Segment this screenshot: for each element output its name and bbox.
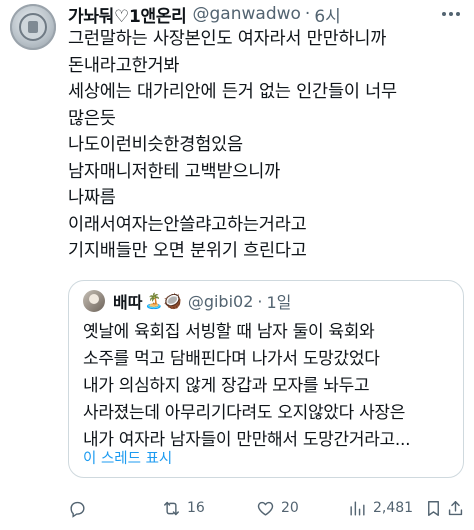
retweet-count: 16 — [187, 500, 205, 516]
author-avatar[interactable] — [10, 4, 56, 50]
like-count: 20 — [281, 500, 299, 516]
bookmark-button[interactable] — [424, 496, 443, 520]
header-separator: · — [304, 4, 311, 24]
show-thread-link[interactable]: 이 스레드 표시 — [83, 447, 172, 468]
tweet-line: 기지배들만 오면 분위기 흐린다고 — [68, 241, 307, 261]
heart-icon — [257, 501, 274, 516]
quoted-tweet-card[interactable]: 배따 🏝️🥥 @gibi02 · 1일 옛날에 육회집 서빙할 때 남자 둘이 … — [68, 280, 464, 478]
more-options-icon[interactable] — [438, 4, 464, 24]
tweet-line: 세상에는 대가리안에 든거 없는 인간들이 너무 — [68, 82, 397, 102]
views-count: 2,481 — [373, 500, 414, 516]
tweet-line: 그런말하는 사장본인도 여자라서 만만하니까 — [68, 29, 387, 49]
tweet-line: 이래서여자는안쓸랴고하는거라고 — [68, 214, 307, 235]
quoted-author-emojis: 🏝️🥥 — [144, 292, 182, 310]
bookmark-icon — [428, 500, 439, 516]
quoted-header-separator: · — [257, 291, 263, 311]
quoted-author-avatar — [83, 290, 105, 312]
coin-hole — [28, 21, 38, 33]
views-button[interactable]: 2,481 — [348, 496, 413, 520]
tweet-line: 돈내라고한거봐 — [68, 55, 180, 76]
quoted-author-name: 배따 — [113, 293, 143, 312]
tweet-header: 가놔둬♡1앤온리 @ganwadwo · 6시 — [68, 2, 341, 27]
author-name[interactable]: 가놔둬♡1앤온리 — [68, 2, 187, 27]
quoted-line: 내가 의심하지 않게 장갑과 모자를 놔두고 — [83, 376, 370, 396]
reply-button[interactable] — [68, 496, 87, 520]
views-icon — [350, 500, 365, 516]
quoted-line: 소주를 먹고 담배핀다며 나가서 도망갔었다 — [83, 349, 380, 369]
tweet-action-bar: 16 20 2,481 — [68, 496, 468, 520]
tweet-text: 그런말하는 사장본인도 여자라서 만만하니까 돈내라고한거봐 세상에는 대가리안… — [68, 26, 468, 265]
quoted-tweet-header: 배따 🏝️🥥 @gibi02 · 1일 — [83, 290, 291, 312]
tweet-line: 나짜름 — [68, 188, 116, 208]
retweet-icon — [164, 501, 179, 515]
share-icon — [448, 500, 463, 515]
retweet-button[interactable]: 16 — [162, 496, 205, 520]
quoted-line: 옛날에 육회집 서빙할 때 남자 둘이 육회와 — [83, 322, 375, 342]
like-button[interactable]: 20 — [256, 496, 299, 520]
quoted-author-handle: @gibi02 — [187, 291, 254, 311]
quoted-tweet-time: 1일 — [266, 293, 292, 312]
author-handle[interactable]: @ganwadwo — [193, 4, 301, 24]
tweet-line: 많은듯 — [68, 108, 116, 129]
tweet-line: 남자매니저한테 고백받으니까 — [68, 161, 281, 182]
quoted-tweet-text: 옛날에 육회집 서빙할 때 남자 둘이 육회와 소주를 먹고 담배핀다며 나가서… — [83, 319, 459, 454]
quoted-line: 사라졌는데 아무리기다려도 오지않았다 사장은 — [83, 403, 406, 423]
share-button[interactable] — [446, 496, 465, 520]
reply-icon — [70, 501, 85, 518]
tweet-line: 나도이런비슷한경험있음 — [68, 135, 243, 155]
tweet-time[interactable]: 6시 — [314, 2, 340, 27]
